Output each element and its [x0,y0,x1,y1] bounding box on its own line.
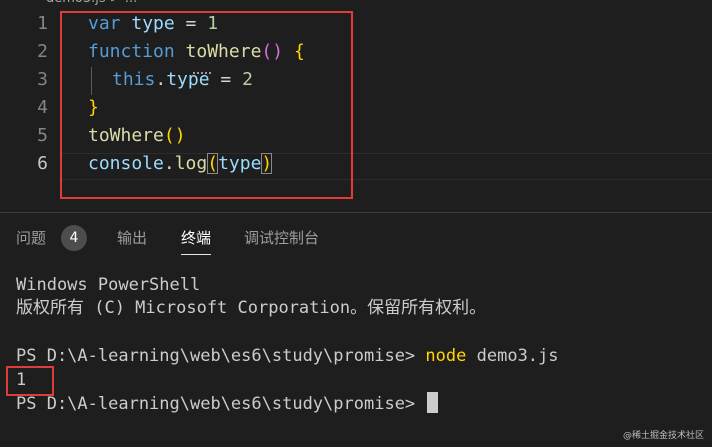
terminal-cursor [427,392,439,413]
terminal-argument: demo3.js [476,346,559,366]
breadcrumb[interactable]: demo3.js > ... [0,0,712,9]
tab-output[interactable]: 输出 [117,227,147,248]
tab-terminal[interactable]: 终端 [181,227,212,255]
line-number: 3 [37,69,48,90]
tab-debug-console[interactable]: 调试控制台 [244,227,319,248]
line-number: 4 [37,97,48,118]
line-number: 2 [37,41,48,62]
tab-problems[interactable]: 问题 [16,227,46,248]
terminal-input-line[interactable]: PS D:\A-learning\web\es6\study\promise> [16,392,439,416]
terminal-command: node [425,346,467,366]
panel-tabs: 问题 输出 终端 调试控制台 [0,213,712,261]
line-number: 6 [37,153,48,174]
watermark: @稀土掘金技术社区 [622,431,704,441]
terminal-prompt: PS D:\A-learning\web\es6\study\promise> [16,394,416,414]
terminal-command-line: PS D:\A-learning\web\es6\study\promise> … [16,344,559,368]
code-highlight-box [60,11,353,199]
line-number: 1 [37,13,48,34]
terminal-prompt: PS D:\A-learning\web\es6\study\promise> [16,346,416,366]
line-number: 5 [37,125,48,146]
problems-count-badge: 4 [61,225,87,251]
terminal-line: 版权所有 (C) Microsoft Corporation。保留所有权利。 [16,298,487,318]
terminal-line: Windows PowerShell [16,275,201,295]
